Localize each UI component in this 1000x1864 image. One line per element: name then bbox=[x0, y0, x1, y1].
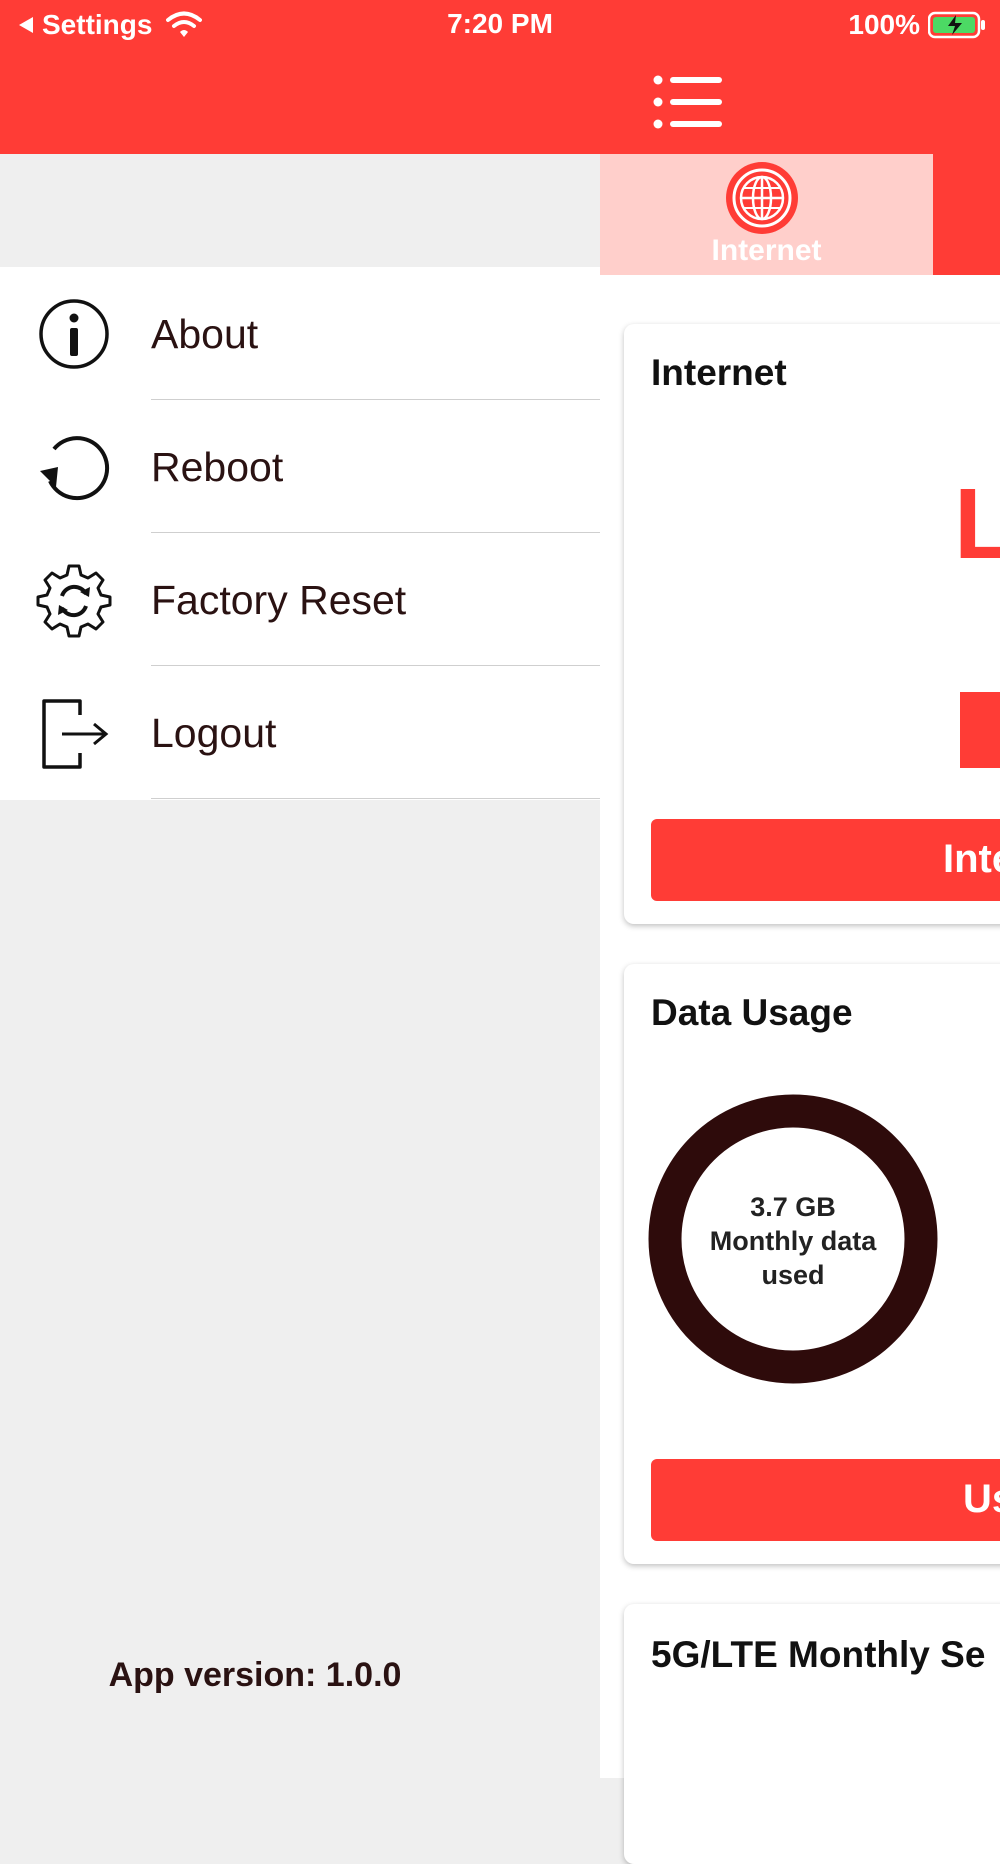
drawer-item-logout[interactable]: Logout bbox=[0, 666, 600, 799]
usage-button-label: Us bbox=[963, 1477, 1000, 1521]
drawer-item-about[interactable]: About bbox=[0, 267, 600, 400]
globe-icon bbox=[726, 162, 798, 234]
side-drawer: About Reboot Factory Reset Logout App ve… bbox=[0, 154, 600, 1778]
drawer-menu: About Reboot Factory Reset Logout bbox=[0, 267, 600, 800]
battery-charging-icon bbox=[928, 11, 985, 39]
data-usage-card: Data Usage 3.7 GB Monthly data used Us bbox=[624, 964, 1000, 1564]
monthly-card: 5G/LTE Monthly Se bbox=[624, 1604, 1000, 1864]
monthly-card-title: 5G/LTE Monthly Se bbox=[651, 1634, 986, 1675]
donut-value: 3.7 GB bbox=[750, 1192, 836, 1222]
internet-card-title: Internet bbox=[651, 352, 787, 393]
internet-card: Internet L Inte bbox=[624, 324, 1000, 924]
usage-details-button[interactable]: Us bbox=[651, 1459, 1000, 1541]
data-usage-title: Data Usage bbox=[651, 992, 853, 1033]
internet-status-partial: L bbox=[954, 468, 1000, 580]
gear-refresh-icon bbox=[36, 564, 112, 638]
donut-line3: used bbox=[761, 1260, 825, 1290]
menu-list-icon[interactable] bbox=[652, 72, 724, 132]
reboot-icon bbox=[40, 436, 110, 501]
internet-status-indicator bbox=[960, 692, 1000, 768]
divider bbox=[151, 798, 600, 799]
donut-line2: Monthly data bbox=[709, 1226, 877, 1256]
main-content: Internet Internet L Inte Data Usage 3.7 … bbox=[600, 154, 1000, 1864]
drawer-item-logout-label: Logout bbox=[151, 710, 277, 756]
top-app-bar: Settings 7:20 PM 100% bbox=[0, 0, 1000, 154]
tab-internet[interactable]: Internet bbox=[600, 154, 933, 275]
drawer-item-factory-reset[interactable]: Factory Reset bbox=[0, 533, 600, 666]
drawer-item-reboot-label: Reboot bbox=[151, 444, 284, 490]
internet-details-button[interactable]: Inte bbox=[651, 819, 1000, 901]
drawer-item-about-label: About bbox=[151, 311, 259, 357]
info-icon bbox=[39, 299, 109, 369]
internet-button-label: Inte bbox=[943, 837, 1000, 881]
app-version: App version: 1.0.0 bbox=[108, 1656, 402, 1694]
tab-internet-label: Internet bbox=[711, 234, 822, 267]
drawer-item-factory-reset-label: Factory Reset bbox=[151, 577, 407, 623]
status-right: 100% bbox=[848, 8, 988, 42]
donut-label: 3.7 GB Monthly data used bbox=[668, 1190, 918, 1292]
logout-icon bbox=[42, 699, 109, 769]
battery-percentage: 100% bbox=[848, 9, 920, 40]
drawer-item-reboot[interactable]: Reboot bbox=[0, 400, 600, 533]
